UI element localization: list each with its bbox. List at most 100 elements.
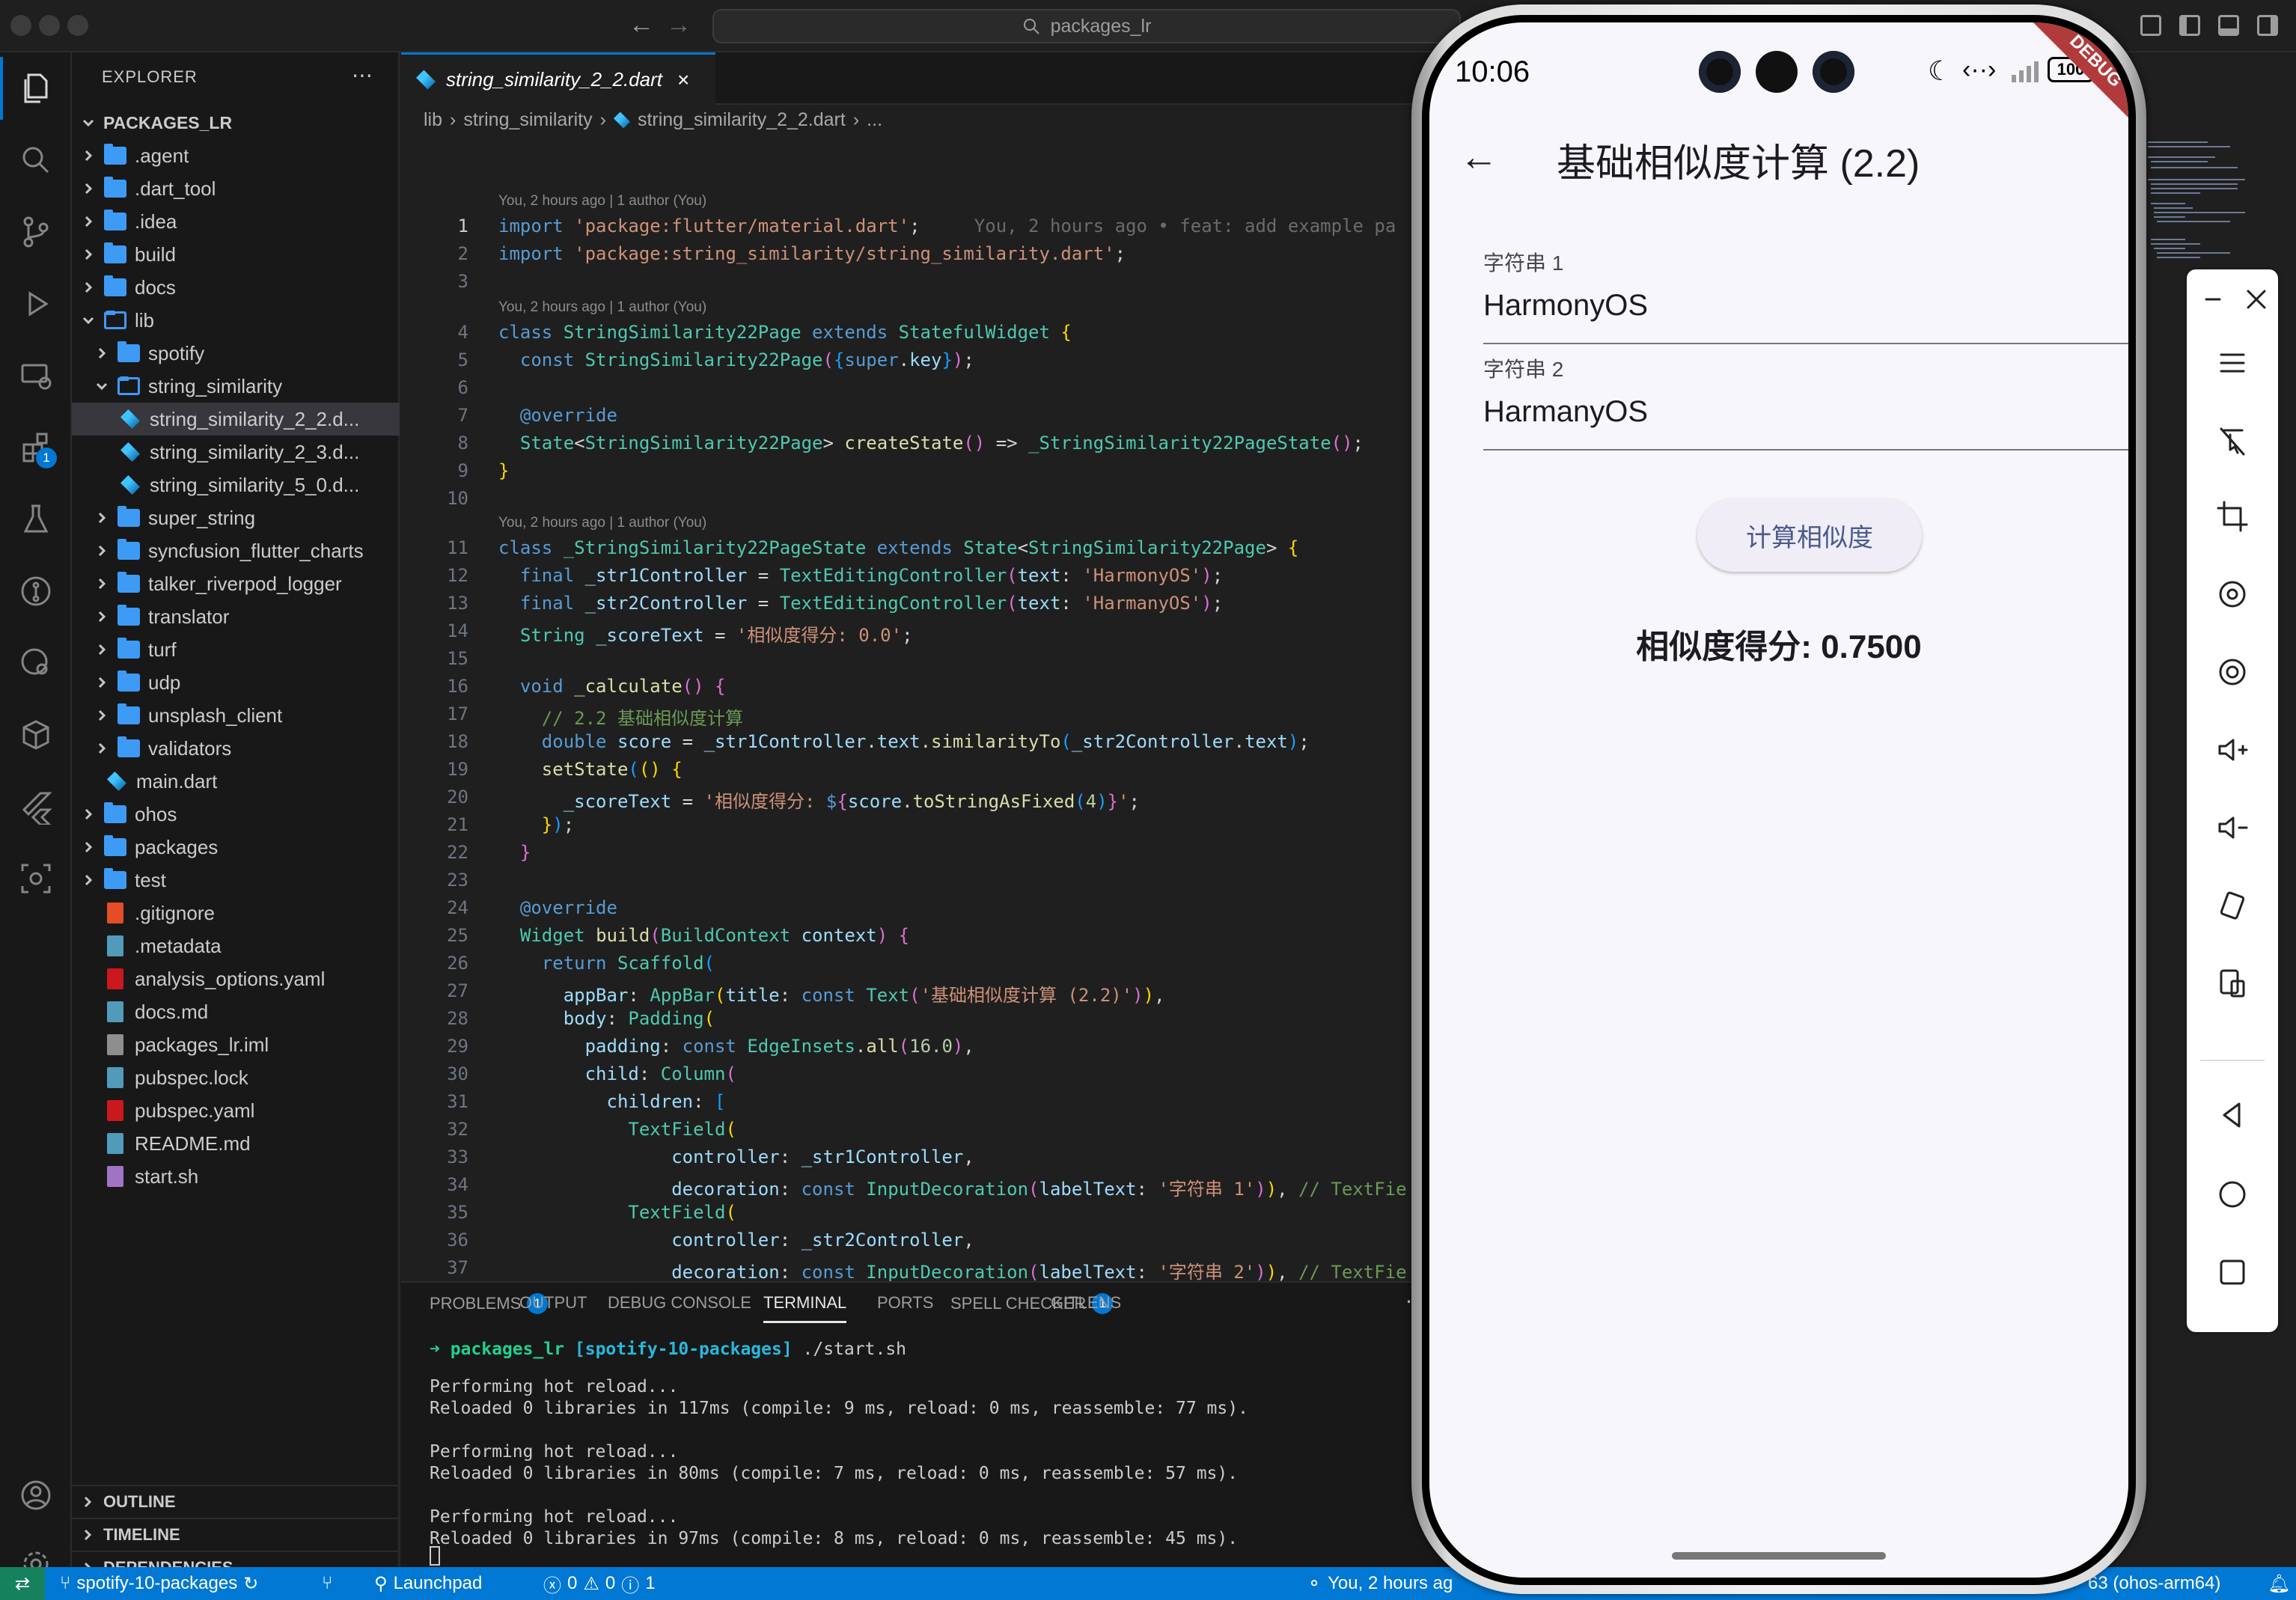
screenshot-icon[interactable] [2187,635,2278,709]
tree-item[interactable]: string_similarity_2_2.d... [72,403,400,436]
blame-status[interactable]: ⚬ You, 2 hours ag [1307,1567,1453,1600]
tree-item[interactable]: validators [72,732,400,765]
tree-item[interactable]: docs [72,271,400,304]
more-actions-icon[interactable]: ⋯ [352,63,373,88]
rotate-icon[interactable] [2187,557,2278,632]
tree-item[interactable]: packages_lr.iml [72,1028,400,1061]
remote-indicator[interactable]: ⇄ [0,1567,45,1600]
string1-input[interactable]: HarmonyOS [1483,289,2128,344]
panel-tab[interactable]: PORTS [877,1293,933,1313]
breadcrumb-item[interactable]: lib [424,109,442,131]
minimap[interactable] [2140,135,2275,284]
tree-item[interactable]: ohos [72,798,400,831]
close-icon[interactable] [2211,277,2296,322]
volume-down-icon[interactable] [2187,790,2278,865]
timeline-section[interactable]: TIMELINE [72,1518,400,1551]
menu-icon[interactable] [2187,329,2278,397]
recents-nav-icon[interactable] [2187,1235,2278,1310]
tree-item[interactable]: string_similarity_2_3.d... [72,436,400,468]
crop-icon[interactable] [2187,479,2278,554]
panel-tab[interactable]: GITLENS [1051,1293,1121,1313]
toggle-sidebar-icon[interactable] [2179,15,2200,36]
tree-item[interactable]: build [72,238,400,271]
breadcrumb-item[interactable]: ... [867,109,882,131]
rotate-device-icon[interactable] [2187,868,2278,943]
command-center-search[interactable]: packages_lr [712,9,1461,43]
breadcrumb-item[interactable]: string_similarity [463,109,592,131]
minimize-window-button[interactable] [39,15,60,36]
back-arrow-icon[interactable]: ← [629,10,654,40]
tree-item[interactable]: super_string [72,501,400,534]
panel-tab[interactable]: DEBUG CONSOLE [608,1293,751,1313]
explorer-root[interactable]: PACKAGES_LR [72,106,400,139]
touch-off-icon[interactable] [2187,404,2278,479]
source-control-icon[interactable] [0,196,72,268]
tree-item[interactable]: docs.md [72,995,400,1028]
tree-item[interactable]: spotify [72,337,400,370]
tree-item[interactable]: main.dart [72,765,400,798]
breadcrumb-item[interactable]: string_similarity_2_2.dart [638,109,846,131]
tree-item[interactable]: analysis_options.yaml [72,962,400,995]
close-tab-icon[interactable]: × [677,68,689,92]
string2-input[interactable]: HarmanyOS [1483,395,2128,451]
run-debug-icon[interactable] [0,268,72,340]
toggle-secondary-sidebar-icon[interactable] [2257,15,2278,36]
tree-item[interactable]: .idea [72,205,400,238]
tree-item[interactable]: README.md [72,1127,400,1160]
customize-layout-icon[interactable] [2140,15,2161,36]
calculate-button[interactable]: 计算相似度 [1697,498,1922,572]
back-arrow-icon[interactable]: ← [1459,135,1498,180]
launchpad-status[interactable]: ⚲ Launchpad [374,1567,482,1600]
account-icon[interactable] [0,1459,72,1531]
device-status[interactable]: 63 (ohos-arm64) [2088,1567,2220,1600]
tree-item[interactable]: start.sh [72,1160,400,1193]
problems-status[interactable]: ⓧ 0 ⚠ 0 ⓘ 1 [543,1567,656,1600]
tree-item[interactable]: .metadata [72,929,400,962]
tree-item[interactable]: talker_riverpod_logger [72,567,400,600]
tree-item[interactable]: string_similarity [72,370,400,403]
gitlens-inspect-icon[interactable] [0,627,72,699]
home-nav-icon[interactable] [2187,1157,2278,1232]
tree-item[interactable]: pubspec.yaml [72,1094,400,1127]
panel-tab[interactable]: TERMINAL [763,1293,847,1323]
tree-item[interactable]: udp [72,666,400,699]
tree-item[interactable]: pubspec.lock [72,1061,400,1094]
close-window-button[interactable] [10,15,31,36]
gitlens-icon[interactable] [0,555,72,627]
tree-item[interactable]: string_similarity_5_0.d... [72,468,400,501]
git-graph-status[interactable]: ⑂ [322,1567,332,1600]
maximize-window-button[interactable] [67,15,88,36]
panel-tab[interactable]: OUTPUT [519,1293,587,1313]
tree-item[interactable]: syncfusion_flutter_charts [72,534,400,567]
tree-item[interactable]: test [72,864,400,897]
home-indicator[interactable] [1672,1552,1886,1560]
tree-item[interactable]: translator [72,600,400,633]
notifications-icon[interactable]: 🔔︎ [2268,1567,2290,1600]
editor-tab-active[interactable]: string_similarity_2_2.dart × [401,52,715,105]
tree-item[interactable]: turf [72,633,400,666]
codelens-blame[interactable]: You, 2 hours ago | 1 author (You) [498,515,706,531]
extensions-icon[interactable]: 1 [0,412,72,483]
forward-arrow-icon[interactable]: → [666,10,691,40]
tree-item[interactable]: unsplash_client [72,699,400,732]
outline-section[interactable]: OUTLINE [72,1485,400,1518]
tree-item[interactable]: .dart_tool [72,172,400,205]
remote-explorer-icon[interactable] [0,340,72,412]
codelens-blame[interactable]: You, 2 hours ago | 1 author (You) [498,193,706,210]
explorer-icon[interactable] [0,52,72,124]
tree-item[interactable]: lib [72,304,400,337]
flutter-icon[interactable] [0,771,72,843]
search-icon[interactable] [0,124,72,196]
containers-icon[interactable] [0,699,72,771]
toggle-panel-icon[interactable] [2218,15,2239,36]
testing-icon[interactable] [0,483,72,555]
screenshot-tool-icon[interactable] [0,843,72,914]
branch-status[interactable]: ⑂ spotify-10-packages ↻ [60,1567,258,1600]
tree-item[interactable]: .gitignore [72,897,400,929]
back-nav-icon[interactable] [2187,1078,2278,1152]
tree-item[interactable]: .agent [72,139,400,172]
tree-item[interactable]: packages [72,831,400,864]
volume-up-icon[interactable] [2187,712,2278,787]
multi-device-icon[interactable] [2187,946,2278,1021]
codelens-blame[interactable]: You, 2 hours ago | 1 author (You) [498,299,706,316]
